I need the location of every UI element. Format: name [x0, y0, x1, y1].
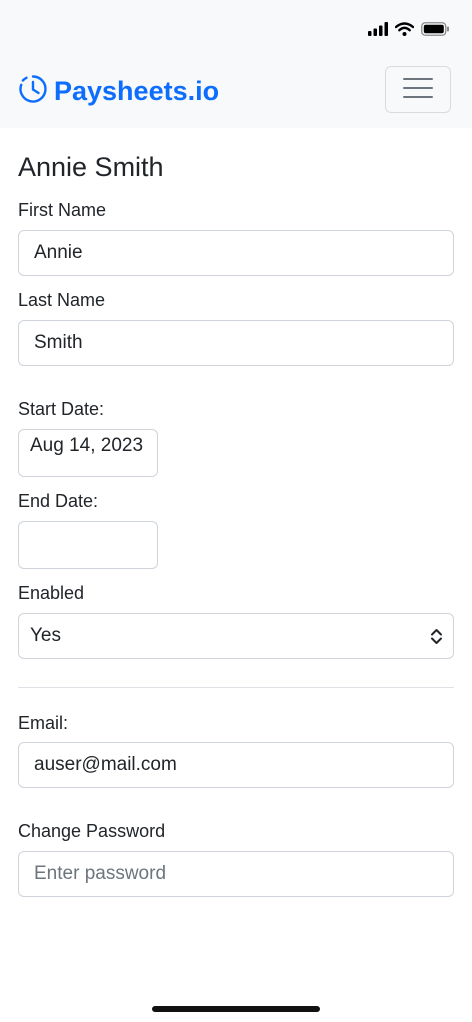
- password-placeholder: Enter password: [34, 863, 167, 884]
- navbar: Paysheets.io: [0, 58, 472, 128]
- status-icons: [368, 22, 450, 41]
- password-input[interactable]: Enter password: [18, 851, 454, 897]
- chevron-up-down-icon: [430, 628, 443, 651]
- wifi-icon: [394, 22, 415, 41]
- email-label: Email:: [18, 713, 69, 733]
- password-label: Change Password: [18, 821, 166, 841]
- enabled-value: Yes: [30, 625, 61, 646]
- cellular-signal-icon: [368, 22, 388, 41]
- menu-toggle-button[interactable]: [385, 66, 451, 113]
- email-value: auser@mail.com: [34, 754, 177, 775]
- enabled-label: Enabled: [18, 583, 85, 603]
- status-bar: [0, 0, 472, 58]
- home-indicator: [152, 1006, 320, 1012]
- start-date-input[interactable]: Aug 14, 2023: [18, 429, 158, 477]
- end-date-label: End Date:: [18, 491, 99, 511]
- end-date-input[interactable]: [18, 521, 158, 569]
- hamburger-icon: [403, 77, 433, 102]
- battery-icon: [421, 22, 450, 41]
- first-name-value: Annie: [34, 242, 83, 263]
- start-date-value: Aug 14, 2023: [30, 435, 144, 456]
- brand-link[interactable]: Paysheets.io: [18, 74, 219, 109]
- clock-icon: [18, 74, 48, 109]
- email-input[interactable]: auser@mail.com: [18, 742, 454, 788]
- last-name-label: Last Name: [18, 290, 106, 310]
- enabled-select[interactable]: Yes: [18, 613, 454, 659]
- last-name-value: Smith: [34, 332, 83, 353]
- first-name-input[interactable]: Annie: [18, 230, 454, 276]
- brand-name: Paysheets.io: [54, 76, 220, 106]
- section-divider: [18, 687, 454, 688]
- start-date-label: Start Date:: [18, 399, 105, 419]
- page-title: Annie Smith: [18, 152, 164, 182]
- first-name-label: First Name: [18, 200, 107, 220]
- last-name-input[interactable]: Smith: [18, 320, 454, 366]
